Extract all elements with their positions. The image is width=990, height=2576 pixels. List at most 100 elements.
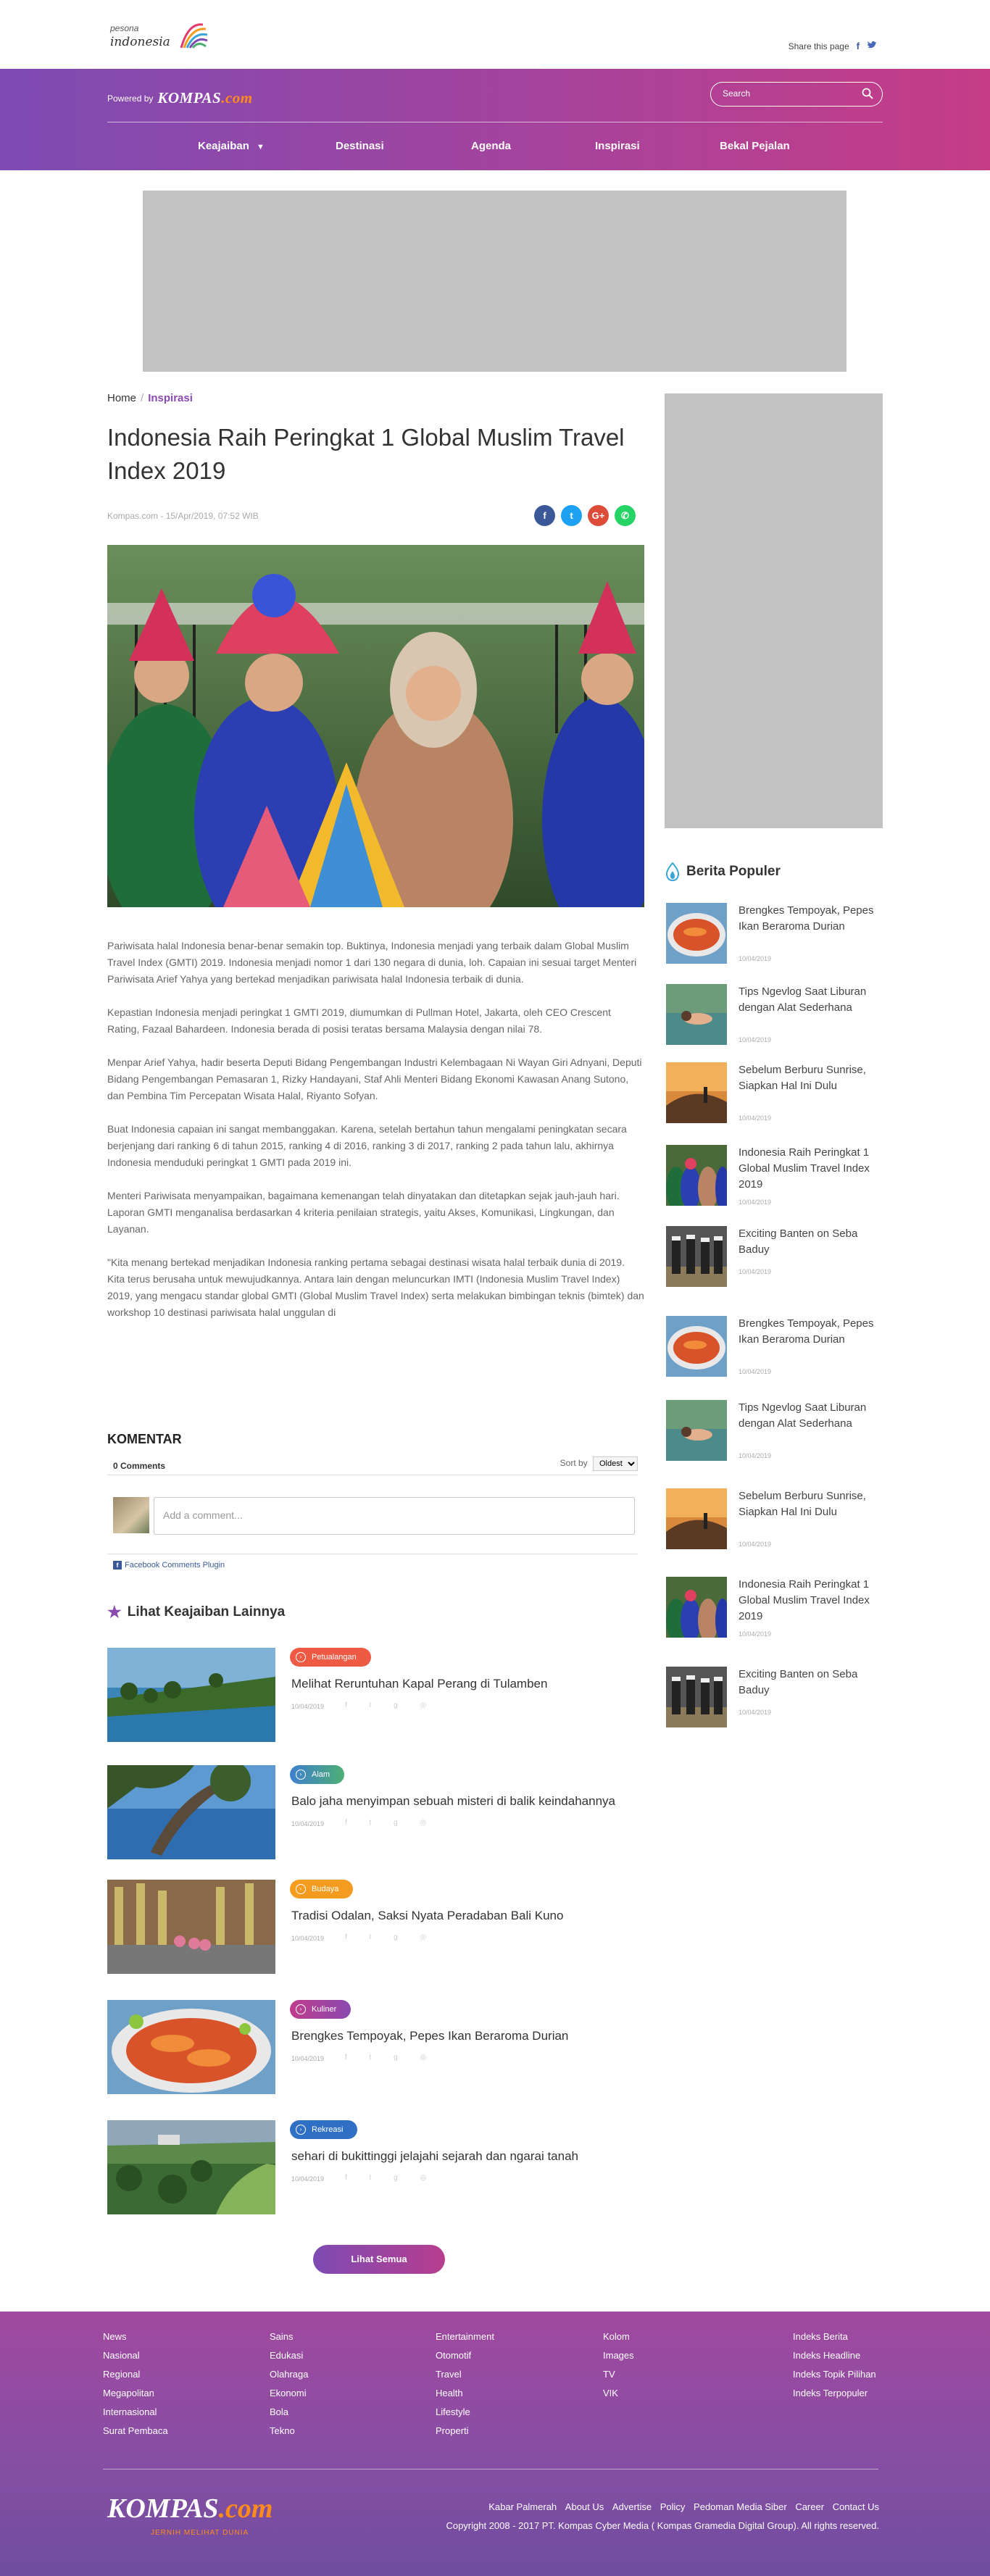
popular-item[interactable]: Brengkes Tempoyak, Pepes Ikan Beraroma D… <box>666 903 883 968</box>
card-title[interactable]: Balo jaha menyimpan sebuah misteri di ba… <box>291 1794 632 1809</box>
nav-item-agenda[interactable]: Agenda <box>471 140 511 152</box>
category-tag[interactable]: › Kuliner <box>290 2000 352 2019</box>
footer-link[interactable]: Kabar Palmerah <box>488 2501 557 2512</box>
card-share-icons[interactable]: f t g ◎ <box>345 1701 436 1709</box>
card-title[interactable]: Brengkes Tempoyak, Pepes Ikan Beraroma D… <box>291 2029 632 2043</box>
popular-title[interactable]: Sebelum Berburu Sunrise, Siapkan Hal Ini… <box>739 1488 876 1520</box>
facebook-icon[interactable]: f <box>857 41 860 51</box>
card-share-icons[interactable]: f t g ◎ <box>345 2174 436 2182</box>
card-share-icons[interactable]: f t g ◎ <box>345 1819 436 1827</box>
search-input[interactable]: Search <box>710 82 883 107</box>
popular-title[interactable]: Brengkes Tempoyak, Pepes Ikan Beraroma D… <box>739 1316 876 1348</box>
related-card[interactable]: › Rekreasi sehari di bukittinggi jelajahi… <box>107 2120 636 2214</box>
wonderful-indonesia-logo[interactable]: pesona indonesia <box>107 19 216 59</box>
footer-link[interactable]: Ekonomi <box>270 2384 308 2403</box>
category-tag[interactable]: › Alam <box>290 1765 345 1784</box>
footer-link[interactable]: Bola <box>270 2403 308 2422</box>
card-date: 10/04/2019 <box>291 2055 325 2062</box>
footer-link[interactable]: Entertainment <box>436 2327 494 2346</box>
related-card[interactable]: › Alam Balo jaha menyimpan sebuah misteri… <box>107 1765 636 1859</box>
popular-item[interactable]: Tips Ngevlog Saat Liburan dengan Alat Se… <box>666 1400 883 1465</box>
popular-title[interactable]: Exciting Banten on Seba Baduy <box>739 1226 876 1258</box>
popular-item[interactable]: Sebelum Berburu Sunrise, Siapkan Hal Ini… <box>666 1062 883 1127</box>
search-icon[interactable] <box>862 88 873 99</box>
footer-link[interactable]: Pedoman Media Siber <box>694 2501 787 2512</box>
nav-item-bekal-pejalan[interactable]: Bekal Pejalan <box>720 140 790 152</box>
footer-link[interactable]: Indeks Topik Pilihan <box>793 2365 876 2384</box>
popular-title[interactable]: Sebelum Berburu Sunrise, Siapkan Hal Ini… <box>739 1062 876 1094</box>
ad-banner-sidebar[interactable] <box>665 393 883 828</box>
card-title[interactable]: sehari di bukittinggi jelajahi sejarah d… <box>291 2149 632 2164</box>
footer-link[interactable]: About Us <box>565 2501 604 2512</box>
card-date: 10/04/2019 <box>291 1820 325 1827</box>
twitter-icon[interactable] <box>867 41 877 51</box>
popular-title[interactable]: Tips Ngevlog Saat Liburan dengan Alat Se… <box>739 1400 876 1432</box>
footer-link[interactable]: Regional <box>103 2365 168 2384</box>
google-plus-icon[interactable]: G+ <box>588 505 609 526</box>
footer-link[interactable]: Indeks Berita <box>793 2327 876 2346</box>
footer-link[interactable]: Tekno <box>270 2422 308 2440</box>
related-card[interactable]: › Kuliner Brengkes Tempoyak, Pepes Ikan B… <box>107 2000 636 2094</box>
popular-item[interactable]: Indonesia Raih Peringkat 1 Global Muslim… <box>666 1577 883 1642</box>
popular-title[interactable]: Indonesia Raih Peringkat 1 Global Muslim… <box>739 1145 876 1193</box>
footer-link[interactable]: Edukasi <box>270 2346 308 2365</box>
nav-item-destinasi[interactable]: Destinasi <box>336 140 384 152</box>
footer-link[interactable]: Travel <box>436 2365 494 2384</box>
footer-link[interactable]: Nasional <box>103 2346 168 2365</box>
footer-link[interactable]: Internasional <box>103 2403 168 2422</box>
footer-link[interactable]: Kolom <box>603 2327 634 2346</box>
breadcrumb-current[interactable]: Inspirasi <box>148 392 193 404</box>
footer-link[interactable]: Lifestyle <box>436 2403 494 2422</box>
footer-link[interactable]: Policy <box>660 2501 686 2512</box>
powered-by[interactable]: Powered by KOMPAS.com <box>107 89 253 107</box>
popular-title[interactable]: Indonesia Raih Peringkat 1 Global Muslim… <box>739 1577 876 1625</box>
facebook-icon[interactable]: f <box>534 505 555 526</box>
category-tag[interactable]: › Petualangan <box>290 1648 371 1667</box>
footer-link[interactable]: TV <box>603 2365 634 2384</box>
card-title[interactable]: Tradisi Odalan, Saksi Nyata Peradaban Ba… <box>291 1909 632 1923</box>
footer-link[interactable]: Olahraga <box>270 2365 308 2384</box>
card-title[interactable]: Melihat Reruntuhan Kapal Perang di Tulam… <box>291 1677 632 1691</box>
card-share-icons[interactable]: f t g ◎ <box>345 2054 436 2062</box>
footer-link[interactable]: Health <box>436 2384 494 2403</box>
footer-link[interactable]: Megapolitan <box>103 2384 168 2403</box>
footer-link[interactable]: VIK <box>603 2384 634 2403</box>
kompas-footer-logo[interactable]: KOMPAS.com <box>107 2493 273 2525</box>
footer-link[interactable]: Indeks Terpopuler <box>793 2384 876 2403</box>
footer-link[interactable]: News <box>103 2327 168 2346</box>
twitter-icon[interactable]: t <box>561 505 582 526</box>
footer-link[interactable]: Career <box>795 2501 824 2512</box>
related-card[interactable]: › Petualangan Melihat Reruntuhan Kapal Pe… <box>107 1648 636 1742</box>
popular-item[interactable]: Exciting Banten on Seba Baduy 10/04/2019 <box>666 1667 883 1732</box>
footer-column: Indeks Berita Indeks Headline Indeks Top… <box>793 2327 876 2403</box>
card-share-icons[interactable]: f t g ◎ <box>345 1933 436 1941</box>
popular-title[interactable]: Tips Ngevlog Saat Liburan dengan Alat Se… <box>739 984 876 1016</box>
lihat-semua-button[interactable]: Lihat Semua <box>313 2245 445 2274</box>
category-tag[interactable]: › Budaya <box>290 1880 354 1898</box>
popular-item[interactable]: Indonesia Raih Peringkat 1 Global Muslim… <box>666 1145 883 1210</box>
nav-item-keajaiban[interactable]: Keajaiban ▼ <box>198 140 265 152</box>
footer-link[interactable]: Advertise <box>612 2501 652 2512</box>
nav-item-inspirasi[interactable]: Inspirasi <box>595 140 640 152</box>
ad-banner-top[interactable] <box>143 191 847 372</box>
footer-link[interactable]: Contact Us <box>833 2501 879 2512</box>
footer-link[interactable]: Otomotif <box>436 2346 494 2365</box>
breadcrumb-home[interactable]: Home <box>107 392 136 404</box>
popular-title[interactable]: Exciting Banten on Seba Baduy <box>739 1667 876 1698</box>
footer-link[interactable]: Properti <box>436 2422 494 2440</box>
footer-link[interactable]: Indeks Headline <box>793 2346 876 2365</box>
popular-item[interactable]: Exciting Banten on Seba Baduy 10/04/2019 <box>666 1226 883 1291</box>
category-tag[interactable]: › Rekreasi <box>290 2120 358 2139</box>
footer-link[interactable]: Images <box>603 2346 634 2365</box>
related-card[interactable]: › Budaya Tradisi Odalan, Saksi Nyata Pera… <box>107 1880 636 1974</box>
facebook-plugin-link[interactable]: f Facebook Comments Plugin <box>113 1561 225 1570</box>
whatsapp-icon[interactable]: ✆ <box>615 505 636 526</box>
footer-link[interactable]: Surat Pembaca <box>103 2422 168 2440</box>
comment-input[interactable]: Add a comment... <box>154 1497 635 1535</box>
popular-title[interactable]: Brengkes Tempoyak, Pepes Ikan Beraroma D… <box>739 903 876 935</box>
footer-link[interactable]: Sains <box>270 2327 308 2346</box>
popular-item[interactable]: Brengkes Tempoyak, Pepes Ikan Beraroma D… <box>666 1316 883 1381</box>
sort-select[interactable]: Oldest <box>593 1456 638 1471</box>
popular-item[interactable]: Sebelum Berburu Sunrise, Siapkan Hal Ini… <box>666 1488 883 1554</box>
popular-item[interactable]: Tips Ngevlog Saat Liburan dengan Alat Se… <box>666 984 883 1049</box>
